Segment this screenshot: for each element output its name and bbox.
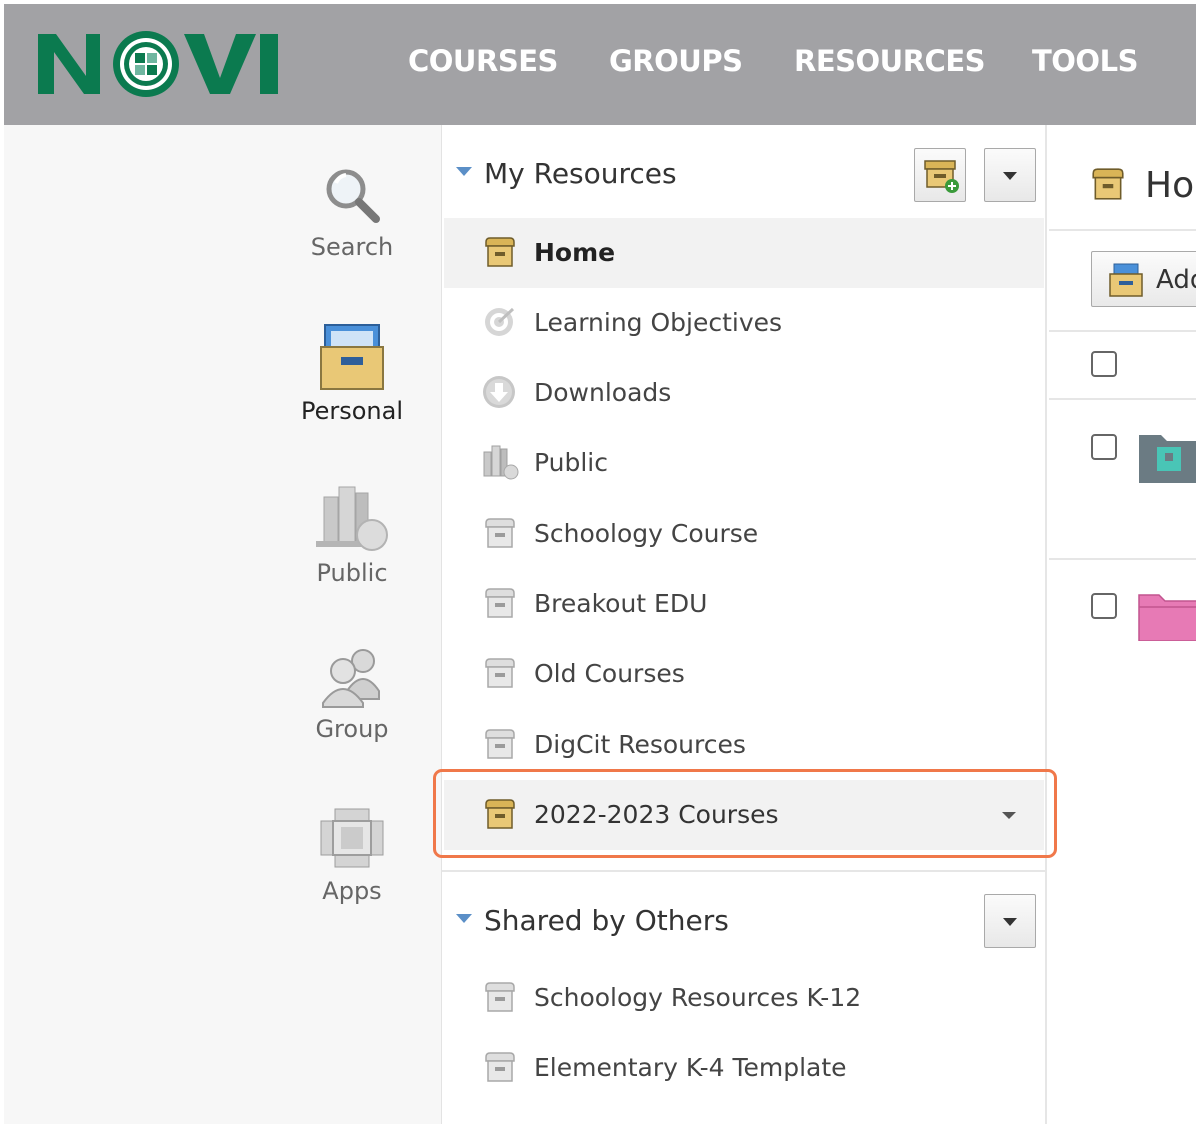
divider (1049, 398, 1196, 400)
resource-item-old-courses[interactable]: Old Courses (444, 639, 1044, 709)
archive-box-icon (485, 518, 515, 548)
my-resources-options-dropdown[interactable] (984, 148, 1036, 202)
resource-label: Learning Objectives (534, 308, 783, 337)
folder-icon[interactable] (1137, 429, 1196, 485)
rail-label-apps: Apps (322, 877, 382, 905)
public-books-icon (483, 445, 519, 480)
add-resource-icon (1109, 263, 1143, 297)
nav-tools[interactable]: TOOLS (1032, 44, 1138, 78)
my-resources-title: My Resources (484, 157, 677, 190)
folder-icon[interactable] (1137, 591, 1196, 641)
resource-label: Schoology Resources K-12 (534, 983, 862, 1012)
public-books-icon (316, 486, 388, 551)
archive-box-icon (1092, 168, 1124, 200)
resource-item-schoology-course[interactable]: Schoology Course (444, 499, 1044, 569)
divider (1049, 558, 1196, 560)
row-checkbox[interactable] (1091, 434, 1117, 460)
archive-box-icon (485, 237, 515, 267)
add-resources-label: Add (1156, 265, 1196, 295)
divider (1049, 229, 1196, 231)
chevron-down-icon (1003, 918, 1017, 926)
chevron-down-icon[interactable] (1002, 812, 1016, 819)
group-people-icon (322, 649, 380, 708)
nav-resources[interactable]: RESOURCES (794, 44, 986, 78)
resource-item-2022-2023-courses[interactable]: 2022-2023 Courses (444, 780, 1044, 850)
personal-box-icon (320, 324, 384, 390)
apps-icon (320, 808, 384, 868)
download-icon (483, 376, 515, 408)
add-collection-button[interactable] (914, 148, 966, 202)
resource-label: 2022-2023 Courses (534, 800, 779, 829)
resource-item-elementary-k4-template[interactable]: Elementary K-4 Template (444, 1033, 1044, 1103)
chevron-down-icon (1003, 172, 1017, 180)
rail-item-search[interactable]: Search (272, 163, 432, 261)
archive-box-icon (485, 588, 515, 618)
my-resources-header: My Resources (442, 125, 1046, 215)
resource-label: Breakout EDU (534, 589, 708, 618)
resource-item-downloads[interactable]: Downloads (444, 358, 1044, 428)
rail-item-personal[interactable]: Personal (272, 321, 432, 425)
app-frame: COURSES GROUPS RESOURCES TOOLS Search Pe… (4, 4, 1196, 1124)
rail-label-group: Group (315, 715, 389, 743)
archive-box-icon (485, 729, 515, 759)
collection-content-panel: Ho Add (1049, 125, 1196, 1124)
top-navigation-bar: COURSES GROUPS RESOURCES TOOLS (4, 4, 1196, 125)
collapse-caret-icon[interactable] (456, 167, 472, 176)
resource-label: Old Courses (534, 659, 685, 688)
target-icon (485, 307, 515, 336)
resource-label: Schoology Course (534, 519, 759, 548)
resource-item-home[interactable]: Home (444, 218, 1044, 288)
collapse-caret-icon[interactable] (456, 914, 472, 923)
resource-item-breakout-edu[interactable]: Breakout EDU (444, 569, 1044, 639)
rail-label-public: Public (316, 559, 388, 587)
rail-item-public[interactable]: Public (272, 483, 432, 587)
resource-type-rail: Search Personal Public Group Apps (4, 125, 441, 1124)
resource-label: Public (534, 448, 608, 477)
resource-label: DigCit Resources (534, 730, 746, 759)
add-resources-button[interactable]: Add (1091, 251, 1196, 307)
resource-item-schoology-resources-k12[interactable]: Schoology Resources K-12 (444, 963, 1044, 1033)
shared-options-dropdown[interactable] (984, 894, 1036, 948)
rail-item-apps[interactable]: Apps (272, 805, 432, 905)
row-checkbox[interactable] (1091, 593, 1117, 619)
novi-logo[interactable] (38, 28, 280, 100)
resource-label: Downloads (534, 378, 672, 407)
archive-box-icon (485, 658, 515, 688)
search-icon (326, 169, 380, 223)
resource-item-digcit-resources[interactable]: DigCit Resources (444, 710, 1044, 780)
archive-box-icon (485, 982, 515, 1012)
shared-by-others-header: Shared by Others (442, 872, 1046, 962)
rail-item-group[interactable]: Group (272, 645, 432, 743)
add-collection-icon (924, 160, 959, 193)
archive-box-icon (485, 1052, 515, 1082)
rail-label-search: Search (310, 233, 394, 261)
rail-label-personal: Personal (300, 397, 404, 425)
archive-box-icon (485, 799, 515, 829)
collection-title: Ho (1145, 165, 1195, 206)
nav-courses[interactable]: COURSES (408, 44, 558, 78)
resources-tree-panel: My Resources Home Learning Objectives Do… (441, 125, 1047, 1124)
shared-by-others-title: Shared by Others (484, 904, 729, 937)
divider (1049, 330, 1196, 332)
resource-label: Elementary K-4 Template (534, 1053, 847, 1082)
select-all-checkbox[interactable] (1091, 351, 1117, 377)
nav-groups[interactable]: GROUPS (609, 44, 743, 78)
resource-item-public[interactable]: Public (444, 428, 1044, 498)
resource-item-learning-objectives[interactable]: Learning Objectives (444, 288, 1044, 358)
resource-label: Home (534, 238, 616, 267)
